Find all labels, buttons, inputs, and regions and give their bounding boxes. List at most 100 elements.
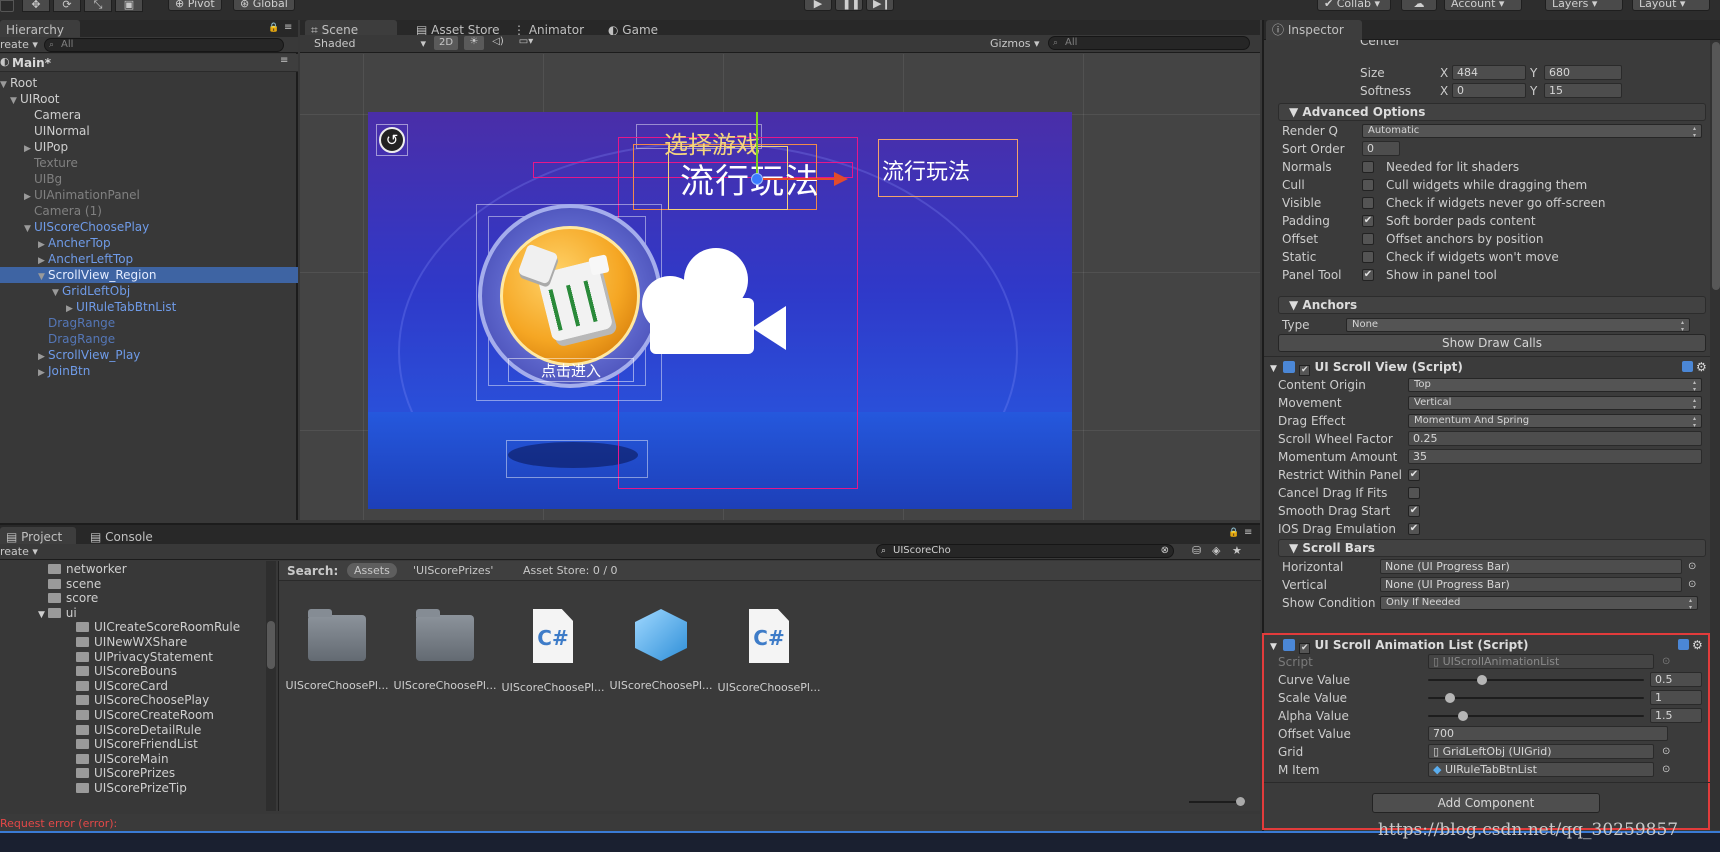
tab-side-label[interactable]: 流行玩法 xyxy=(882,154,970,186)
anim-gear-icon[interactable]: ⚙ xyxy=(1692,636,1703,654)
hierarchy-item[interactable]: Camera (1) xyxy=(0,203,298,219)
advanced-option-checkbox[interactable]: ✔ xyxy=(1362,215,1374,227)
project-folder-item[interactable]: UIScoreDetailRule xyxy=(0,722,262,738)
hierarchy-item[interactable]: ▼ UIRoot xyxy=(0,91,298,107)
project-folder-item[interactable]: UIScoreChoosePlay xyxy=(0,692,262,708)
hierarchy-item[interactable]: ▶ UIRuleTabBtnList xyxy=(0,299,298,315)
camera-gizmo-icon[interactable] xyxy=(640,248,802,366)
alpha-value-field[interactable]: 1.5 xyxy=(1650,708,1702,723)
hierarchy-item[interactable]: DragRange xyxy=(0,331,298,347)
project-folder-item[interactable]: UIScoreCreateRoom xyxy=(0,707,262,723)
project-tree-scrollbar[interactable] xyxy=(266,561,276,811)
sort-order-field[interactable]: 0 xyxy=(1362,141,1400,156)
asset-item[interactable]: C# UIScoreChoosePl... xyxy=(499,609,607,694)
lighting-icon[interactable]: ☀ xyxy=(464,36,484,50)
size-x-field[interactable]: 484 xyxy=(1452,65,1526,80)
layers-dropdown[interactable]: Layers ▾ xyxy=(1545,0,1623,11)
project-folder-item[interactable]: UIScoreBouns xyxy=(0,663,262,679)
project-folder-item[interactable]: UINewWXShare xyxy=(0,634,262,650)
shading-dropdown[interactable]: Shaded ▾ xyxy=(314,37,426,50)
add-component-button[interactable]: Add Component xyxy=(1372,793,1600,813)
create-dropdown[interactable]: reate ▾ xyxy=(0,38,38,51)
favorite-icon[interactable]: ★ xyxy=(1232,544,1242,557)
scroll-view-checkbox[interactable]: ✔ xyxy=(1408,469,1420,481)
scene-menu-icon[interactable]: ≡ xyxy=(280,55,288,66)
anchor-type-dropdown[interactable]: None xyxy=(1346,318,1690,333)
project-folder-item[interactable]: UIScoreMain xyxy=(0,751,262,767)
project-folder-item[interactable]: UIScorePrizeTip xyxy=(0,780,262,796)
zoom-slider-knob[interactable] xyxy=(1236,797,1245,806)
scroll-view-checkbox[interactable] xyxy=(1408,487,1420,499)
move-tool-icon[interactable]: ✥ xyxy=(22,0,50,12)
mitem-field[interactable]: ◆ UIRuleTabBtnList xyxy=(1428,762,1654,777)
zoom-slider[interactable] xyxy=(1189,797,1245,806)
folder-expand-icon[interactable]: ▼ xyxy=(38,610,48,620)
project-menu-icon[interactable]: ≡ xyxy=(1244,527,1252,538)
rotate-tool-icon[interactable]: ⟳ xyxy=(53,0,81,12)
hierarchy-search-input[interactable]: ⌕ All xyxy=(44,38,284,52)
hierarchy-item[interactable]: ▶ UIAnimationPanel xyxy=(0,187,298,203)
status-error-text[interactable]: Request error (error): xyxy=(0,817,117,830)
rect-tool-icon[interactable]: ▣ xyxy=(115,0,143,12)
scroll-view-header[interactable]: ▼ ✔ UI Scroll View (Script) ⚙ xyxy=(1270,358,1710,376)
account-dropdown[interactable]: Account ▾ xyxy=(1444,0,1522,11)
scene-search-input[interactable]: ⌕ All xyxy=(1048,36,1250,50)
filter-store-button[interactable]: Asset Store: 0 / 0 xyxy=(523,564,618,577)
hierarchy-item[interactable]: UIBg xyxy=(0,171,298,187)
offset-value-field[interactable]: 700 xyxy=(1428,726,1668,741)
hierarchy-item[interactable]: ▶ JoinBtn xyxy=(0,363,298,379)
inspector-scroll-thumb[interactable] xyxy=(1712,42,1720,290)
horizontal-bar-picker-icon[interactable]: ⊙ xyxy=(1688,558,1696,576)
filter-type-icon[interactable]: ⛁ xyxy=(1192,544,1201,557)
project-folder-item[interactable]: networker xyxy=(0,561,262,577)
hierarchy-item[interactable]: ▶ AncherTop xyxy=(0,235,298,251)
effects-icon[interactable]: ▭▾ xyxy=(512,36,540,50)
pause-button[interactable]: ❚❚ xyxy=(835,0,863,11)
asset-item[interactable]: UIScoreChoosePl... xyxy=(391,609,499,692)
global-toggle[interactable]: ⊛ Global xyxy=(233,0,295,11)
grid-picker-icon[interactable]: ⊙ xyxy=(1662,743,1670,761)
collab-dropdown[interactable]: ✔ Collab ▾ xyxy=(1317,0,1391,11)
audio-icon[interactable]: ◁) xyxy=(488,36,508,50)
filter-assets-button[interactable]: Assets xyxy=(347,563,397,578)
advanced-option-checkbox[interactable] xyxy=(1362,251,1374,263)
gizmo-x-arrow-icon[interactable] xyxy=(834,172,848,186)
grid-field[interactable]: ▯ GridLeftObj (UIGrid) xyxy=(1428,744,1654,759)
hierarchy-item[interactable]: DragRange xyxy=(0,315,298,331)
collapsed-arrow-icon[interactable]: ▶ xyxy=(38,365,48,381)
settings-gear-icon[interactable]: ⚙ xyxy=(1696,358,1707,376)
layout-dropdown[interactable]: Layout ▾ xyxy=(1632,0,1710,11)
horizontal-bar-field[interactable]: None (UI Progress Bar) xyxy=(1380,559,1682,574)
project-folder-item[interactable]: UIScoreFriendList xyxy=(0,736,262,752)
mitem-picker-icon[interactable]: ⊙ xyxy=(1662,761,1670,779)
hierarchy-item[interactable]: ▶ AncherLeftTop xyxy=(0,251,298,267)
scale-tool-icon[interactable]: ⤡ xyxy=(84,0,112,12)
alpha-value-slider-knob[interactable] xyxy=(1457,711,1468,721)
project-folder-item[interactable]: UIScorePrizes xyxy=(0,765,262,781)
alpha-value-slider[interactable] xyxy=(1428,711,1644,721)
enter-button[interactable]: 点击进入 xyxy=(508,358,634,382)
advanced-option-checkbox[interactable] xyxy=(1362,179,1374,191)
curve-value-slider[interactable] xyxy=(1428,675,1644,685)
curve-value-slider-knob[interactable] xyxy=(1477,675,1487,685)
project-folder-item[interactable]: score xyxy=(0,590,262,606)
play-button[interactable]: ▶ xyxy=(804,0,832,11)
softness-y-field[interactable]: 15 xyxy=(1544,83,1622,98)
anim-list-header[interactable]: ▼ ✔ UI Scroll Animation List (Script) ⚙ xyxy=(1270,636,1706,654)
size-y-field[interactable]: 680 xyxy=(1544,65,1622,80)
content-origin-dropdown[interactable]: Top xyxy=(1408,378,1702,393)
anim-help-icon[interactable] xyxy=(1678,639,1689,650)
project-folder-item[interactable]: UIScoreCard xyxy=(0,678,262,694)
advanced-option-checkbox[interactable] xyxy=(1362,197,1374,209)
pivot-toggle[interactable]: ⊕ Pivot xyxy=(168,0,222,11)
hand-tool-icon[interactable] xyxy=(0,0,14,12)
curve-value-field[interactable]: 0.5 xyxy=(1650,672,1702,687)
hierarchy-item[interactable]: ▼ GridLeftObj xyxy=(0,283,298,299)
anchors-header[interactable]: ▼ Anchors xyxy=(1278,296,1706,314)
filter-folder-button[interactable]: 'UIScorePrizes' xyxy=(413,564,493,577)
tree-scroll-thumb[interactable] xyxy=(267,621,275,669)
vertical-bar-picker-icon[interactable]: ⊙ xyxy=(1688,576,1696,594)
hierarchy-item[interactable]: Texture xyxy=(0,155,298,171)
gizmos-dropdown[interactable]: Gizmos ▾ xyxy=(990,37,1040,50)
asset-item[interactable]: C# UIScoreChoosePl... xyxy=(715,609,823,694)
